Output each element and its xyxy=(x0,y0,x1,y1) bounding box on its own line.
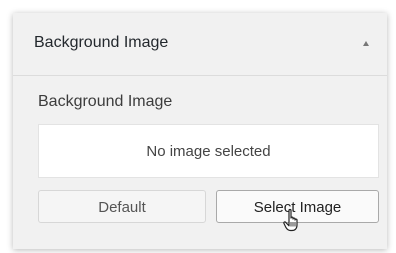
placeholder-text: No image selected xyxy=(146,143,271,160)
section-header[interactable]: Background Image xyxy=(13,13,387,76)
default-button[interactable]: Default xyxy=(38,190,206,223)
chevron-up-icon[interactable] xyxy=(363,41,369,46)
control-title: Background Image xyxy=(38,93,173,110)
section-body: Background Image No image selected Defau… xyxy=(13,76,387,249)
image-placeholder: No image selected xyxy=(38,124,379,178)
section-title: Background Image xyxy=(34,34,169,51)
hand-pointer-icon xyxy=(283,208,298,232)
customizer-panel: Background Image Background Image No ima… xyxy=(13,13,387,249)
